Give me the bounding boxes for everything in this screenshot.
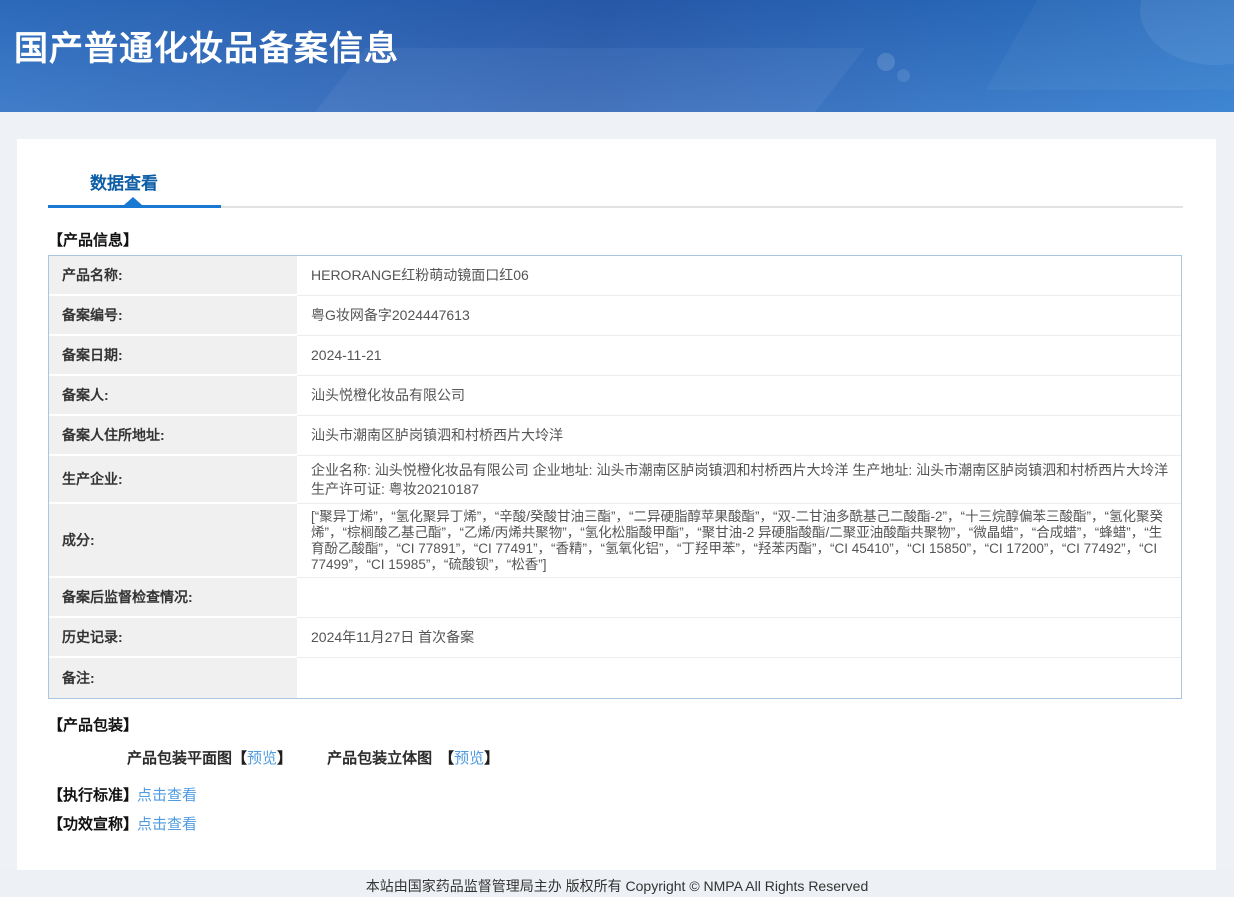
section-title-product-info: 【产品信息】 — [48, 232, 139, 249]
table-row-supervision-check: 备案后监督检查情况: — [49, 578, 1181, 618]
packaging-stereo-label: 产品包装立体图 — [327, 750, 433, 767]
table-row-manufacturer: 生产企业: 企业名称: 汕头悦橙化妆品有限公司 企业地址: 汕头市潮南区胪岗镇泗… — [49, 456, 1181, 504]
table-row-registrant: 备案人: 汕头悦橙化妆品有限公司 — [49, 376, 1181, 416]
tab-data-view[interactable]: 数据查看 — [90, 169, 158, 194]
row-value — [297, 658, 1181, 698]
row-label: 备案人住所地址: — [49, 416, 297, 456]
bracket-open: 【 — [439, 750, 455, 767]
row-label: 备注: — [49, 658, 297, 698]
row-label: 成分: — [49, 504, 297, 578]
content-card: 数据查看 【产品信息】 产品名称: HERORANGE红粉萌动镜面口红06 备案… — [17, 139, 1216, 870]
packaging-stereo-preview-link[interactable]: 预览 — [454, 750, 484, 767]
row-value: 2024年11月27日 首次备案 — [297, 618, 1181, 658]
footer-copyright-text: 本站由国家药品监督管理局主办 版权所有 Copyright © NMPA All… — [365, 878, 869, 894]
section-title-exec-standard: 【执行标准】 — [48, 787, 139, 804]
click-view-link-text[interactable]: 点击查看 — [137, 787, 197, 804]
row-label: 备案人: — [49, 376, 297, 416]
table-row-record-date: 备案日期: 2024-11-21 — [49, 336, 1181, 376]
packaging-row: 产品包装平面图【预览】 产品包装立体图 【预览】 — [127, 747, 499, 768]
table-row-record-number: 备案编号: 粤G妆网备字2024447613 — [49, 296, 1181, 336]
row-label: 备案编号: — [49, 296, 297, 336]
click-view-link-text[interactable]: 点击查看 — [137, 816, 197, 833]
tab-underline — [48, 197, 1183, 208]
table-row-remark: 备注: — [49, 658, 1181, 698]
page-title: 国产普通化妆品备案信息 — [14, 30, 399, 68]
page: { "header": { "title": "国产普通化妆品备案信息" }, … — [0, 0, 1234, 897]
row-value: 企业名称: 汕头悦橙化妆品有限公司 企业地址: 汕头市潮南区胪岗镇泗和村桥西片大… — [297, 456, 1181, 504]
table-row-ingredients: 成分: [“聚异丁烯”，“氢化聚异丁烯”，“辛酸/癸酸甘油三酯”，“二异硬脂醇苹… — [49, 504, 1181, 578]
row-label: 产品名称: — [49, 256, 297, 296]
row-value: HERORANGE红粉萌动镜面口红06 — [297, 256, 1181, 296]
row-value: 汕头悦橙化妆品有限公司 — [297, 376, 1181, 416]
section-title-packaging: 【产品包装】 — [48, 717, 139, 734]
page-footer: 本站由国家药品监督管理局主办 版权所有 Copyright © NMPA All… — [0, 870, 1234, 897]
table-row-registrant-address: 备案人住所地址: 汕头市潮南区胪岗镇泗和村桥西片大坽洋 — [49, 416, 1181, 456]
row-value: 汕头市潮南区胪岗镇泗和村桥西片大坽洋 — [297, 416, 1181, 456]
bracket-close: 】 — [484, 750, 500, 767]
row-value: [“聚异丁烯”，“氢化聚异丁烯”，“辛酸/癸酸甘油三酯”，“二异硬脂醇苹果酸酯”… — [297, 504, 1181, 578]
table-row-product-name: 产品名称: HERORANGE红粉萌动镜面口红06 — [49, 256, 1181, 296]
bracket-close: 】 — [277, 750, 293, 767]
packaging-flat-preview-link[interactable]: 预览 — [247, 750, 277, 767]
tab-active-arrow-icon — [124, 197, 142, 205]
exec-standard-click-view-link[interactable]: 点击查看 — [137, 784, 197, 805]
row-label: 备案日期: — [49, 336, 297, 376]
page-header: 国产普通化妆品备案信息 — [0, 0, 1234, 112]
product-info-table: 产品名称: HERORANGE红粉萌动镜面口红06 备案编号: 粤G妆网备字20… — [48, 255, 1182, 699]
section-title-efficacy-claim: 【功效宣称】 — [48, 816, 139, 833]
packaging-flat-label: 产品包装平面图 — [127, 750, 233, 767]
efficacy-claim-click-view-link[interactable]: 点击查看 — [137, 813, 197, 834]
table-row-history: 历史记录: 2024年11月27日 首次备案 — [49, 618, 1181, 658]
row-value: 2024-11-21 — [297, 336, 1181, 376]
header-deco-circle-small — [897, 69, 910, 82]
tab-underline-active — [48, 205, 221, 208]
row-value — [297, 578, 1181, 618]
row-label: 历史记录: — [49, 618, 297, 658]
row-label: 生产企业: — [49, 456, 297, 504]
header-deco-circle-large — [877, 53, 895, 71]
row-label: 备案后监督检查情况: — [49, 578, 297, 618]
row-value: 粤G妆网备字2024447613 — [297, 296, 1181, 336]
bracket-open: 【 — [232, 750, 248, 767]
